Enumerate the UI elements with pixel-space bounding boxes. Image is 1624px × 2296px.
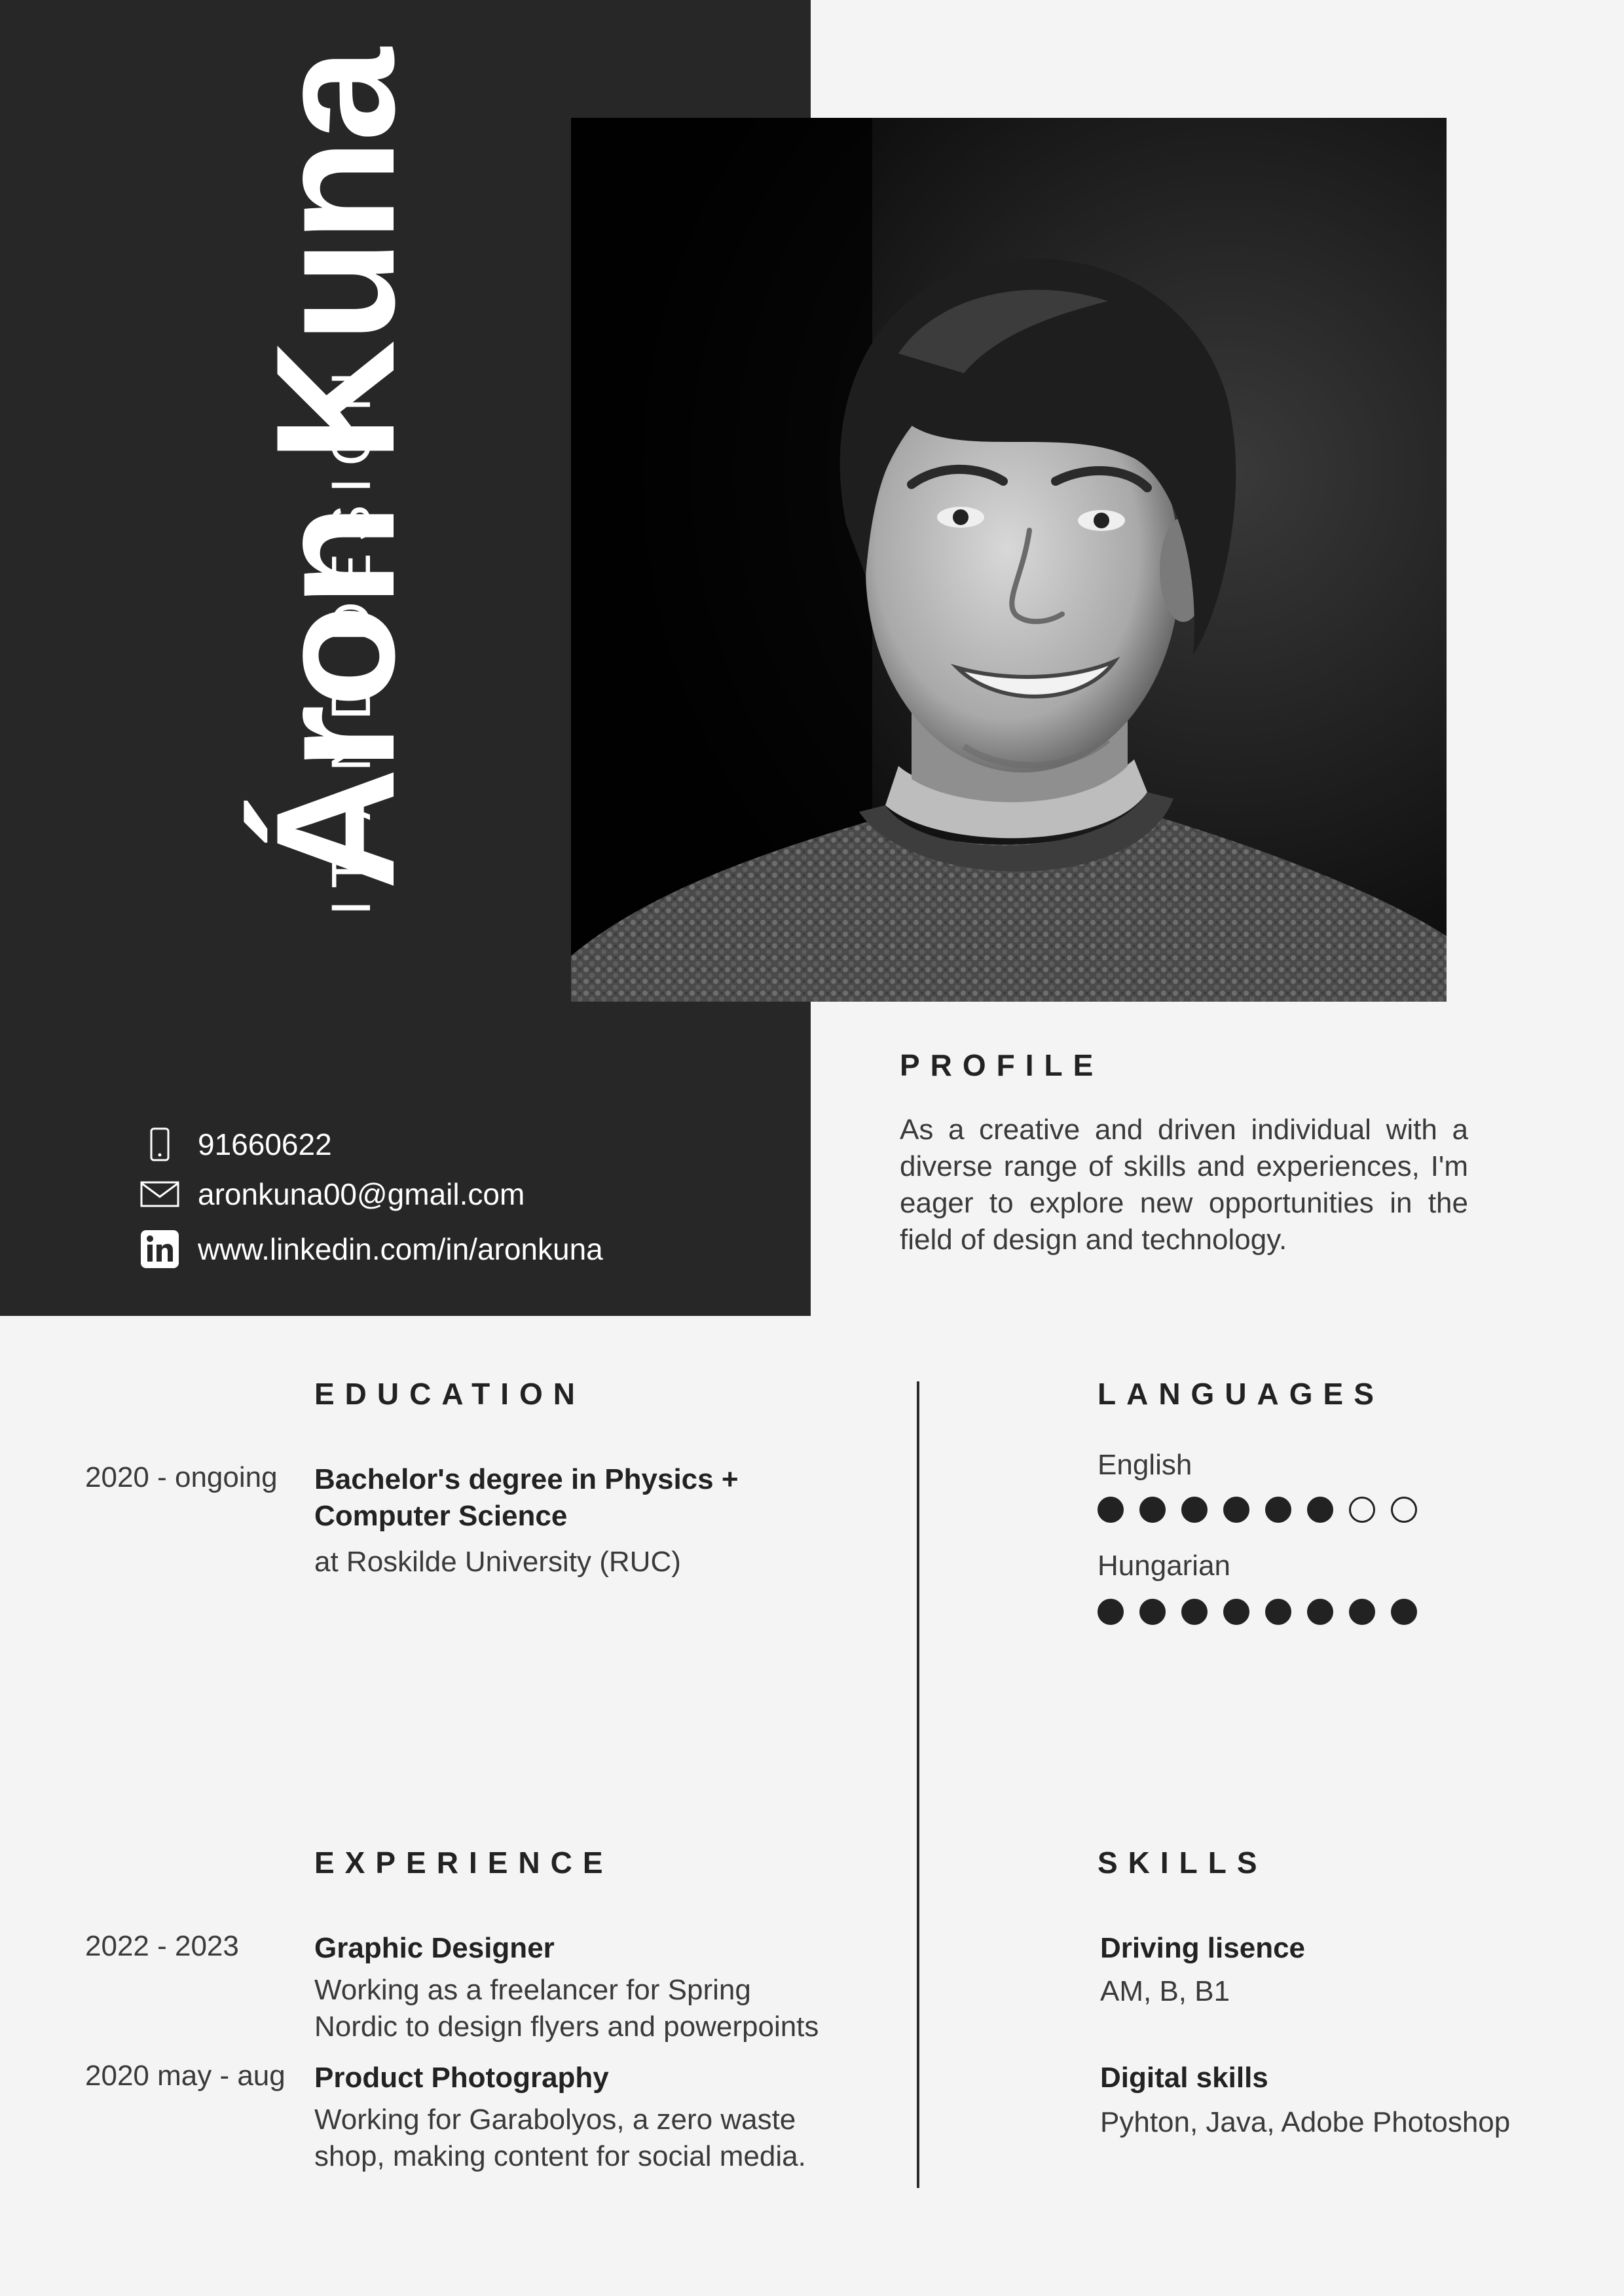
experience-description-line2: shop, making content for social media. xyxy=(314,2140,806,2172)
education-degree-line1: Bachelor's degree in Physics + xyxy=(314,1463,739,1495)
skill-detail: Pyhton, Java, Adobe Photoshop xyxy=(1100,2106,1511,2138)
experience-heading: EXPERIENCE xyxy=(314,1846,614,1880)
linkedin-url[interactable]: www.linkedin.com/in/aronkuna xyxy=(198,1231,603,1267)
phone-icon xyxy=(140,1126,179,1163)
level-dot-filled xyxy=(1349,1599,1375,1625)
experience-description-line1: Working for Garabolyos, a zero waste xyxy=(314,2104,796,2136)
level-dot-filled xyxy=(1307,1599,1333,1625)
level-dot-filled xyxy=(1139,1599,1166,1625)
experience-role: Graphic Designer xyxy=(314,1932,555,1964)
level-dot-empty xyxy=(1391,1497,1417,1523)
language-level-english xyxy=(1098,1497,1417,1527)
mail-icon xyxy=(140,1176,179,1212)
linkedin-icon xyxy=(140,1230,179,1268)
profile-heading: PROFILE xyxy=(900,1048,1104,1082)
education-degree-line2: Computer Science xyxy=(314,1500,568,1532)
level-dot-filled xyxy=(1391,1599,1417,1625)
level-dot-filled xyxy=(1265,1599,1291,1625)
experience-description-line2: Nordic to design flyers and powerpoints xyxy=(314,2011,819,2043)
phone-number[interactable]: 91660622 xyxy=(198,1126,332,1163)
level-dot-filled xyxy=(1139,1497,1166,1523)
level-dot-filled xyxy=(1265,1497,1291,1523)
experience-description-line1: Working as a freelancer for Spring xyxy=(314,1974,751,2006)
language-name: English xyxy=(1098,1449,1192,1481)
skill-title: Driving lisence xyxy=(1100,1932,1306,1964)
skill-title: Digital skills xyxy=(1100,2062,1268,2094)
column-divider xyxy=(917,1381,919,2188)
skills-heading: SKILLS xyxy=(1098,1846,1268,1880)
language-name: Hungarian xyxy=(1098,1550,1231,1582)
education-place: at Roskilde University (RUC) xyxy=(314,1546,681,1578)
candidate-title: IT AND DESIGN xyxy=(320,359,382,916)
email-address[interactable]: aronkuna00@gmail.com xyxy=(198,1176,525,1212)
profile-photo xyxy=(571,118,1447,1002)
level-dot-empty xyxy=(1349,1497,1375,1523)
education-heading: EDUCATION xyxy=(314,1377,586,1411)
level-dot-filled xyxy=(1307,1497,1333,1523)
experience-date: 2022 - 2023 xyxy=(85,1930,239,1962)
level-dot-filled xyxy=(1223,1497,1249,1523)
experience-date: 2020 may - aug xyxy=(85,2060,286,2092)
skill-detail: AM, B, B1 xyxy=(1100,1975,1230,2007)
level-dot-filled xyxy=(1098,1599,1124,1625)
education-date: 2020 - ongoing xyxy=(85,1461,278,1493)
level-dot-filled xyxy=(1098,1497,1124,1523)
experience-role: Product Photography xyxy=(314,2062,609,2094)
level-dot-filled xyxy=(1223,1599,1249,1625)
profile-text: As a creative and driven individual with… xyxy=(900,1114,1468,1256)
languages-heading: LANGUAGES xyxy=(1098,1377,1384,1411)
language-level-hungarian xyxy=(1098,1599,1417,1629)
level-dot-filled xyxy=(1181,1599,1208,1625)
level-dot-filled xyxy=(1181,1497,1208,1523)
